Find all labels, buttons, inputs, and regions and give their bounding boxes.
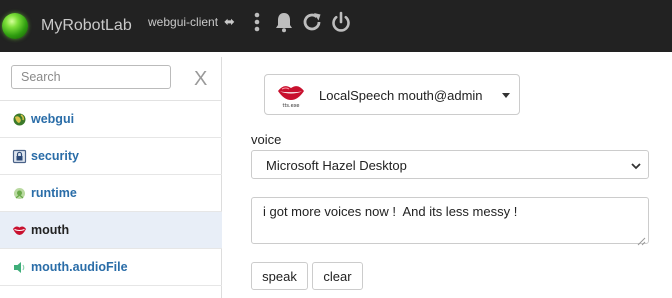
status-orb-icon[interactable]: [2, 13, 28, 39]
sidebar-item-mouth-audiofile[interactable]: mouth.audioFile: [0, 249, 222, 286]
sidebar-item-label: mouth: [31, 223, 70, 237]
lips-icon: tts.exe: [276, 80, 306, 109]
client-label: webgui-client: [148, 15, 219, 29]
close-sidebar-button[interactable]: X: [194, 69, 207, 89]
runtime-icon: [12, 186, 27, 201]
chevron-down-icon: [630, 159, 642, 171]
voice-label: voice: [251, 132, 282, 147]
speak-button[interactable]: speak: [251, 262, 308, 290]
svg-text:tts.exe: tts.exe: [283, 103, 300, 108]
speech-text-input[interactable]: i got more voices now ! And its less mes…: [251, 197, 649, 244]
voice-select-value: Microsoft Hazel Desktop: [266, 158, 407, 173]
lips-icon: [12, 223, 27, 238]
kebab-menu-icon[interactable]: [246, 11, 268, 33]
sidebar-item-mouth[interactable]: mouth: [0, 212, 222, 249]
sidebar: X webgui security runtime mouth: [0, 57, 222, 298]
sidebar-item-runtime[interactable]: runtime: [0, 175, 222, 212]
sidebar-item-label: webgui: [31, 112, 75, 126]
sidebar-item-security[interactable]: security: [0, 138, 222, 175]
speaker-icon: [12, 260, 27, 275]
sidebar-item-label: mouth.audioFile: [31, 260, 128, 274]
clear-button[interactable]: clear: [312, 262, 363, 290]
globe-icon: [12, 112, 27, 127]
search-input[interactable]: [11, 65, 171, 89]
voice-select[interactable]: Microsoft Hazel Desktop: [251, 150, 649, 179]
resize-handle-icon[interactable]: [637, 233, 646, 246]
service-select-dropdown[interactable]: tts.exe LocalSpeech mouth@admin: [264, 74, 520, 115]
sidebar-item-label: security: [31, 149, 79, 163]
caret-down-icon: [502, 93, 510, 98]
top-navbar: MyRobotLab webgui-client ⬌: [0, 0, 672, 52]
lock-icon: [12, 149, 27, 164]
service-select-value: LocalSpeech mouth@admin: [319, 88, 483, 103]
bell-icon[interactable]: [273, 11, 295, 33]
power-icon[interactable]: [330, 11, 352, 33]
brand-title[interactable]: MyRobotLab: [41, 17, 132, 35]
connection-arrows-icon: ⬌: [224, 14, 235, 29]
refresh-icon[interactable]: [301, 11, 323, 33]
sidebar-item-webgui[interactable]: webgui: [0, 101, 222, 138]
sidebar-item-label: runtime: [31, 186, 77, 200]
service-list: webgui security runtime mouth mouth.audi…: [0, 100, 222, 286]
